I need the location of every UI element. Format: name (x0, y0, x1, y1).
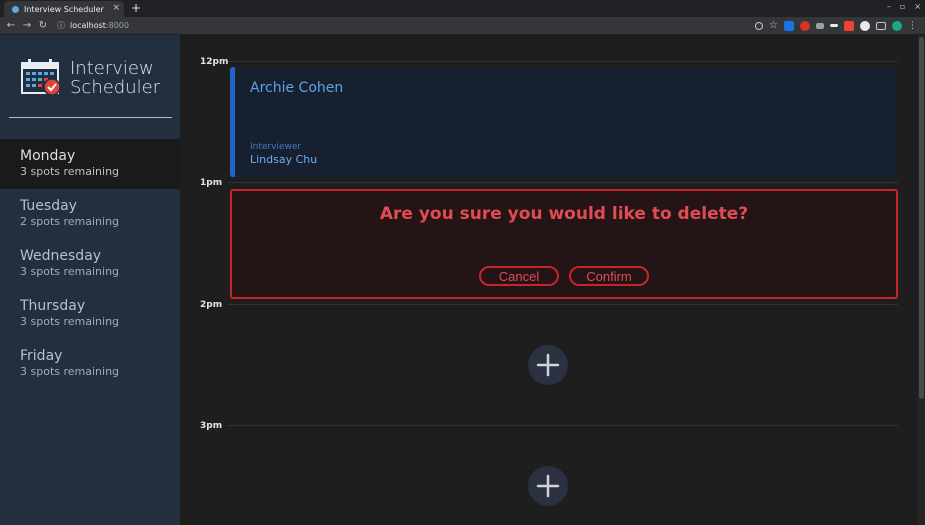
window-controls: – ▫ × (887, 2, 921, 11)
schedule: 12pm Archie Cohen Interviewer Lindsay Ch… (180, 35, 925, 525)
time-label-2pm: 2pm (200, 300, 223, 310)
logo-line-2: Scheduler (70, 77, 161, 98)
day-item-tuesday[interactable]: Tuesday 2 spots remaining (0, 189, 180, 239)
day-name: Monday (20, 148, 76, 164)
cancel-button[interactable]: Cancel (479, 266, 559, 286)
zoom-icon[interactable] (755, 21, 764, 30)
plus-icon (536, 353, 560, 377)
add-appointment-button[interactable] (528, 345, 568, 385)
time-label-1pm: 1pm (200, 178, 223, 188)
day-name: Friday (20, 348, 63, 364)
reload-icon[interactable]: ↻ (35, 20, 51, 31)
bookmark-star-icon[interactable]: ☆ (769, 20, 778, 31)
time-divider (228, 425, 898, 426)
browser-tab[interactable]: Interview Scheduler × (4, 1, 124, 17)
day-spots: 3 spots remaining (20, 165, 120, 178)
time-divider (228, 182, 898, 183)
day-item-thursday[interactable]: Thursday 3 spots remaining (0, 289, 180, 339)
logo-line-1: Interview (70, 58, 154, 79)
day-name: Thursday (20, 298, 86, 314)
url-host: localhost (70, 21, 106, 30)
address-bar[interactable]: ⓘ localhost:8000 (57, 19, 129, 33)
day-spots: 3 spots remaining (20, 315, 120, 328)
browser-tab-bar: Interview Scheduler × + – ▫ × (0, 0, 925, 17)
day-spots: 3 spots remaining (20, 265, 120, 278)
logo-text: Interview Scheduler (70, 59, 160, 97)
student-name: Archie Cohen (250, 80, 344, 96)
minimize-icon[interactable]: – (887, 2, 891, 11)
tab-close-icon[interactable]: × (112, 3, 120, 13)
time-divider (228, 61, 898, 62)
maximize-icon[interactable]: ▫ (900, 2, 905, 11)
favicon-icon (12, 5, 19, 13)
new-tab-button[interactable]: + (131, 1, 141, 15)
scrollbar-thumb[interactable] (919, 37, 924, 399)
logo: Interview Scheduler (20, 57, 160, 97)
plus-icon (536, 474, 560, 498)
extension-pdf-icon[interactable] (844, 20, 854, 31)
url-port: :8000 (105, 21, 129, 30)
browser-toolbar: ← → ↻ ⓘ localhost:8000 ☆ ⋮ (0, 17, 925, 35)
profile-avatar[interactable] (892, 20, 902, 31)
day-item-wednesday[interactable]: Wednesday 3 spots remaining (0, 239, 180, 289)
confirm-message: Are you sure you would like to delete? (379, 204, 749, 224)
cast-icon[interactable] (876, 21, 886, 30)
extension-red-icon[interactable] (800, 20, 810, 31)
calendar-check-icon (21, 59, 61, 96)
forward-arrow-icon[interactable]: → (19, 20, 35, 31)
add-appointment-button[interactable] (528, 466, 568, 506)
extension-gray-icon[interactable] (816, 22, 824, 29)
interviewer-heading: Interviewer (250, 142, 302, 152)
interviewer-name: Lindsay Chu (250, 153, 318, 166)
confirm-actions: Cancel Confirm (232, 266, 896, 286)
info-icon[interactable]: ⓘ (57, 20, 65, 31)
day-name: Wednesday (20, 248, 102, 264)
close-window-icon[interactable]: × (914, 2, 921, 11)
day-name: Tuesday (20, 198, 77, 214)
extension-blue-icon[interactable] (784, 20, 794, 31)
extension-white-icon[interactable] (860, 20, 870, 31)
app: Interview Scheduler Monday 3 spots remai… (0, 35, 925, 525)
day-item-monday[interactable]: Monday 3 spots remaining (0, 139, 180, 189)
sidebar-divider (9, 117, 172, 118)
extensions-area: ☆ ⋮ (755, 20, 917, 31)
day-list: Monday 3 spots remaining Tuesday 2 spots… (0, 139, 180, 389)
back-arrow-icon[interactable]: ← (3, 20, 19, 31)
scrollbar[interactable] (918, 35, 925, 525)
more-menu-icon[interactable]: ⋮ (908, 21, 917, 31)
tab-title: Interview Scheduler (24, 4, 104, 14)
day-spots: 2 spots remaining (20, 215, 120, 228)
sidebar: Interview Scheduler Monday 3 spots remai… (0, 35, 180, 525)
time-label-3pm: 3pm (200, 421, 223, 431)
time-divider (228, 304, 898, 305)
time-label-12pm: 12pm (200, 57, 229, 67)
day-spots: 3 spots remaining (20, 365, 120, 378)
delete-confirmation: Are you sure you would like to delete? C… (230, 189, 898, 299)
confirm-button[interactable]: Confirm (569, 266, 649, 286)
day-item-friday[interactable]: Friday 3 spots remaining (0, 339, 180, 389)
appointment-card: Archie Cohen Interviewer Lindsay Chu (230, 67, 897, 177)
extension-pen-icon[interactable] (830, 24, 838, 27)
